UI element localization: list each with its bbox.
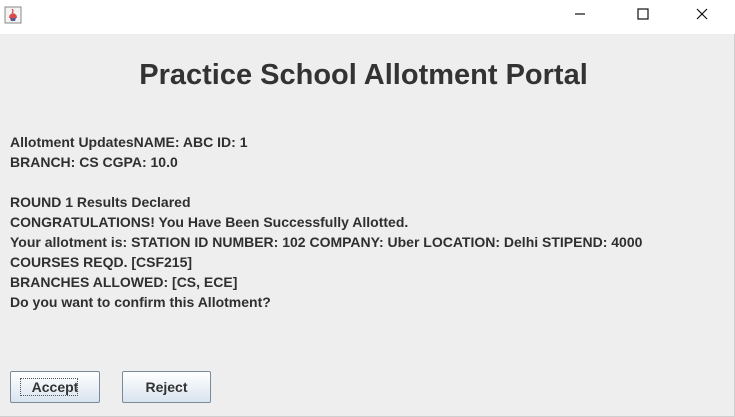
student-name-line: Allotment UpdatesNAME: ABC ID: 1	[10, 134, 248, 150]
allotment-info-line: Your allotment is: STATION ID NUMBER: 10…	[10, 234, 643, 250]
title-bar[interactable]	[0, 0, 735, 34]
minimize-icon	[574, 7, 586, 25]
java-coffee-cup-icon	[4, 6, 22, 24]
close-button[interactable]	[679, 0, 725, 32]
maximize-button[interactable]	[620, 0, 666, 32]
page-title: Practice School Allotment Portal	[139, 59, 588, 91]
maximize-icon	[637, 7, 649, 25]
branches-allowed-line: BRANCHES ALLOWED: [CS, ECE]	[10, 274, 238, 290]
accept-button[interactable]: Accept	[10, 371, 100, 403]
application-window: Practice School Allotment Portal Allotme…	[0, 0, 735, 417]
congratulations-line: CONGRATULATIONS! You Have Been Successfu…	[10, 214, 409, 230]
student-branch-line: BRANCH: CS CGPA: 10.0	[10, 154, 178, 170]
minimize-button[interactable]	[557, 0, 603, 32]
courses-required-line: COURSES REQD. [CSF215]	[10, 254, 193, 270]
round-status-line: ROUND 1 Results Declared	[10, 194, 191, 210]
reject-button[interactable]: Reject	[122, 371, 211, 403]
allotment-details: Allotment UpdatesNAME: ABC ID: 1 BRANCH:…	[10, 132, 725, 312]
confirmation-question: Do you want to confirm this Allotment?	[10, 294, 271, 310]
close-icon	[696, 7, 708, 25]
